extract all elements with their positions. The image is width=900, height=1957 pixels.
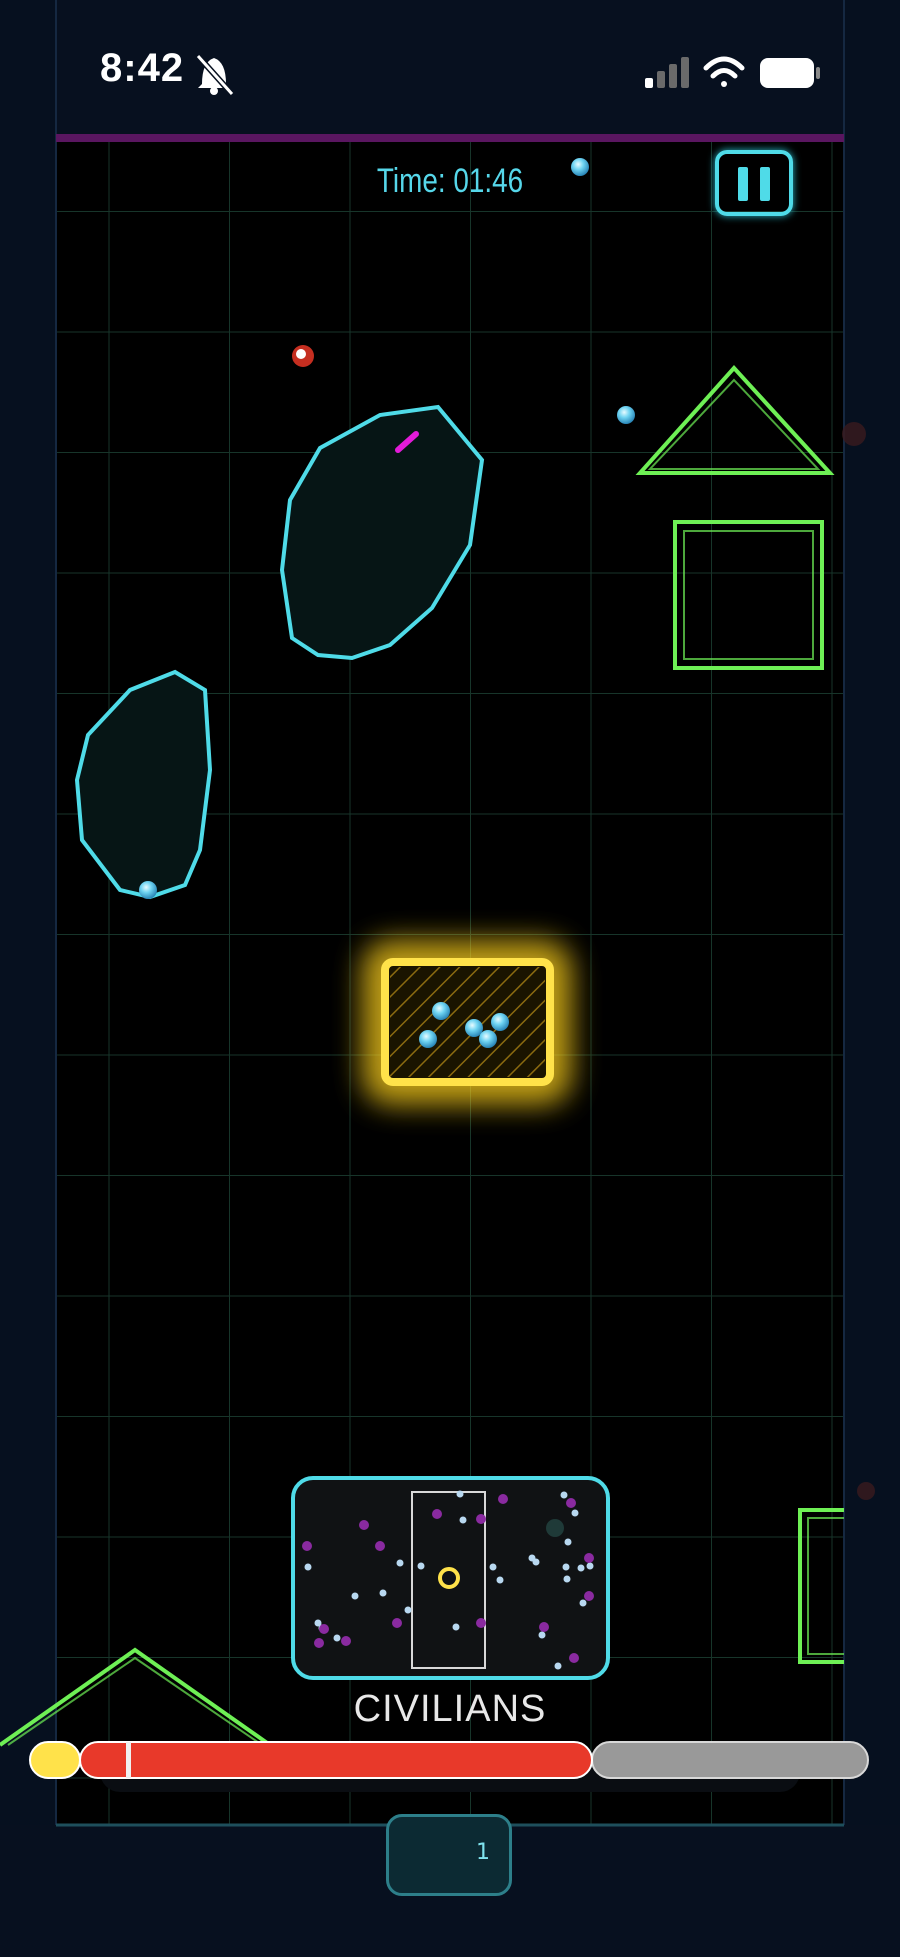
top-boundary [56,134,844,142]
progress-grey-segment [591,1741,869,1779]
progress-marker [126,1742,131,1778]
civilian [432,1002,450,1020]
civilian [139,881,157,899]
game-field [0,0,900,1957]
civilian [465,1019,483,1037]
civilian [419,1030,437,1048]
civilian [479,1030,497,1048]
game-timer: Time: 01:46 [376,162,524,200]
population-progress-bar [29,1741,869,1792]
status-time: 8:42 [100,46,185,90]
civilian [617,406,635,424]
lightning-powerup-button[interactable] [386,1814,512,1896]
pause-icon [760,167,770,201]
minimap-label: CIVILIANS [353,1688,547,1730]
progress-red-segment [79,1741,593,1779]
faded-enemy [842,422,866,446]
pause-icon [738,167,748,201]
pause-button[interactable] [715,150,793,216]
civilian [571,158,589,176]
powerup-count: 1 [476,1840,490,1865]
battery-icon [760,58,820,88]
civilian [491,1013,509,1031]
faded-enemy [857,1482,875,1500]
minimap[interactable] [291,1476,610,1680]
progress-yellow-segment [29,1741,81,1779]
